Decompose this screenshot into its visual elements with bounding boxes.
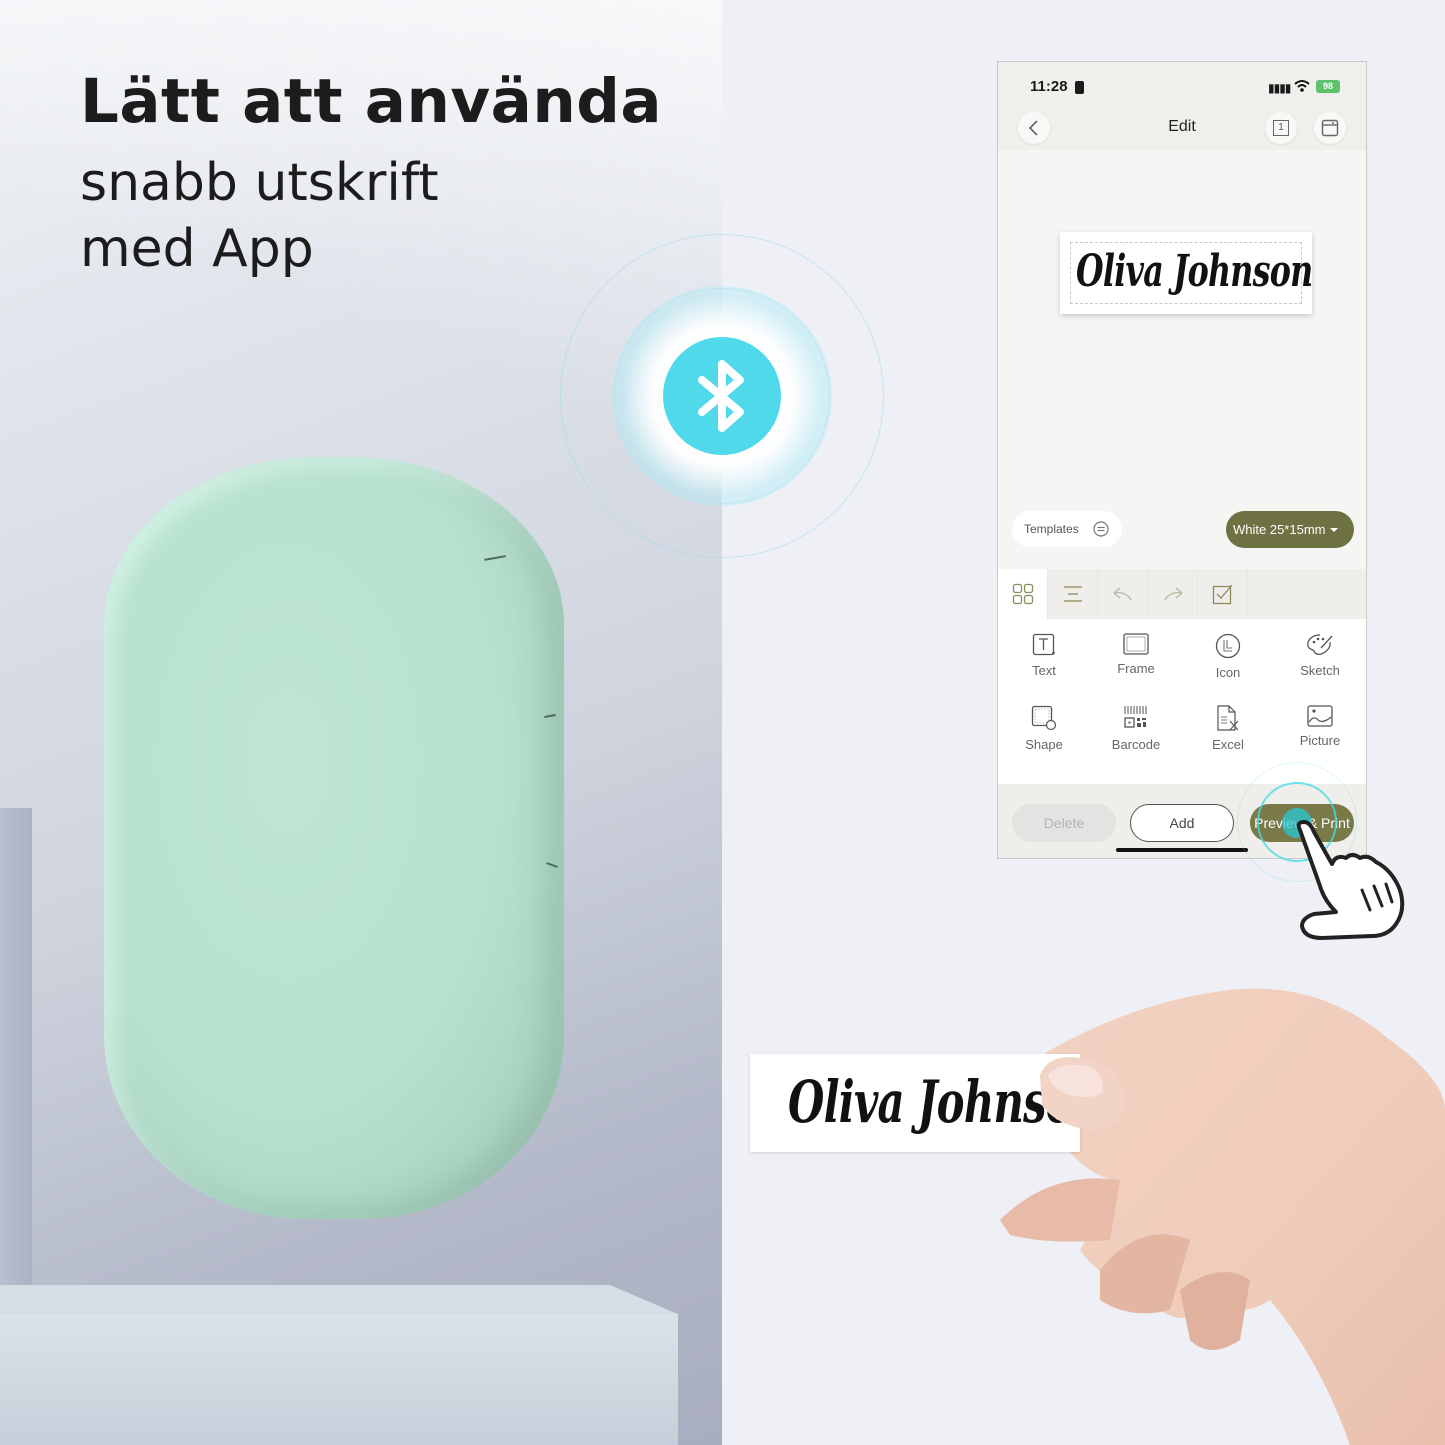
shape-icon xyxy=(1031,705,1057,731)
hero-subtitle-line: med App xyxy=(80,219,314,279)
cellular-signal-icon: ▮▮▮▮ xyxy=(1268,81,1291,95)
icon-library-icon xyxy=(1215,633,1241,659)
printer-slot xyxy=(483,555,507,561)
tool-barcode[interactable]: Barcode xyxy=(1090,705,1182,777)
multi-select-icon xyxy=(1212,584,1232,605)
wifi-icon xyxy=(1294,78,1310,97)
printer-slot xyxy=(543,713,557,719)
design-canvas[interactable] xyxy=(998,150,1366,570)
tool-excel[interactable]: Excel xyxy=(1182,705,1274,777)
frame-icon xyxy=(1123,633,1149,655)
tool-sketch[interactable]: Sketch xyxy=(1274,633,1366,705)
tool-label: Picture xyxy=(1299,733,1341,748)
status-bar: 11:28 ▮▮▮▮ 98 xyxy=(998,62,1366,112)
hero-subtitle: snabb utskrift med App xyxy=(80,150,439,282)
printer-slot xyxy=(546,862,558,868)
tool-label: Shape xyxy=(1025,737,1063,752)
tool-label: Sketch xyxy=(1300,663,1340,678)
thumb xyxy=(1040,1057,1125,1130)
excel-icon xyxy=(1217,705,1239,731)
tab-undo[interactable] xyxy=(1098,569,1148,619)
pointer-hand-icon xyxy=(1296,820,1405,940)
label-size-dropdown[interactable]: White 25*15mm xyxy=(1226,511,1354,548)
bluetooth-icon xyxy=(663,337,781,455)
hero-title: Lätt att använda xyxy=(80,66,663,137)
tool-icon[interactable]: Icon xyxy=(1182,633,1274,705)
tool-label: Barcode xyxy=(1111,737,1161,752)
tool-shape[interactable]: Shape xyxy=(998,705,1090,777)
undo-icon xyxy=(1112,587,1132,601)
battery-indicator: 98 xyxy=(1316,80,1340,93)
add-button[interactable]: Add xyxy=(1130,804,1234,842)
tool-label: Excel xyxy=(1212,737,1244,752)
tool-label: Frame xyxy=(1117,661,1155,676)
tab-align[interactable] xyxy=(1048,569,1098,619)
orientation-lock-icon xyxy=(1075,81,1084,94)
tab-elements[interactable] xyxy=(998,569,1048,619)
tools-grid: Text Frame Icon Sketch Shape Barcode Exc… xyxy=(998,619,1366,784)
label-size-value: White 25*15mm xyxy=(1233,522,1326,537)
plinth-top xyxy=(0,1285,680,1315)
palette-icon xyxy=(1307,634,1333,656)
barcode-icon xyxy=(1124,706,1147,728)
background-pillar xyxy=(0,808,32,1288)
tool-label: Text xyxy=(1032,663,1056,678)
tool-text[interactable]: Text xyxy=(998,633,1090,705)
phone-screen: 11:28 ▮▮▮▮ 98 Edit 1 Oliva Johnson Templ… xyxy=(997,61,1367,859)
status-time: 11:28 xyxy=(1030,78,1068,95)
align-icon xyxy=(1063,586,1082,602)
templates-label: Templates xyxy=(1024,522,1079,536)
home-indicator[interactable] xyxy=(1116,848,1248,852)
templates-button[interactable]: Templates xyxy=(1012,511,1122,547)
delete-button[interactable]: Delete xyxy=(1012,804,1116,842)
grid-icon xyxy=(1012,583,1033,605)
edit-toolbar xyxy=(998,569,1366,619)
caret-down-icon xyxy=(1330,527,1339,532)
page-count-button[interactable]: 1 xyxy=(1265,112,1297,144)
label-preview[interactable]: Oliva Johnson xyxy=(1060,232,1313,314)
page-title: Edit xyxy=(1168,118,1196,135)
label-printer xyxy=(104,457,564,1219)
tab-multi-select[interactable] xyxy=(1198,569,1248,619)
plinth-front xyxy=(0,1315,678,1445)
nav-bar: Edit 1 xyxy=(998,106,1366,150)
hero-subtitle-line: snabb utskrift xyxy=(80,153,439,213)
text-icon xyxy=(1032,633,1055,656)
redo-icon xyxy=(1163,587,1183,601)
save-icon xyxy=(1321,119,1339,137)
tab-redo[interactable] xyxy=(1148,569,1198,619)
tool-frame[interactable]: Frame xyxy=(1090,633,1182,705)
page-indicator: 1 xyxy=(1273,120,1289,136)
label-text[interactable]: Oliva Johnson xyxy=(1076,246,1313,297)
swap-icon xyxy=(1093,521,1109,537)
tool-label: Icon xyxy=(1215,665,1241,680)
picture-icon xyxy=(1307,705,1333,727)
save-button[interactable] xyxy=(1314,112,1346,144)
